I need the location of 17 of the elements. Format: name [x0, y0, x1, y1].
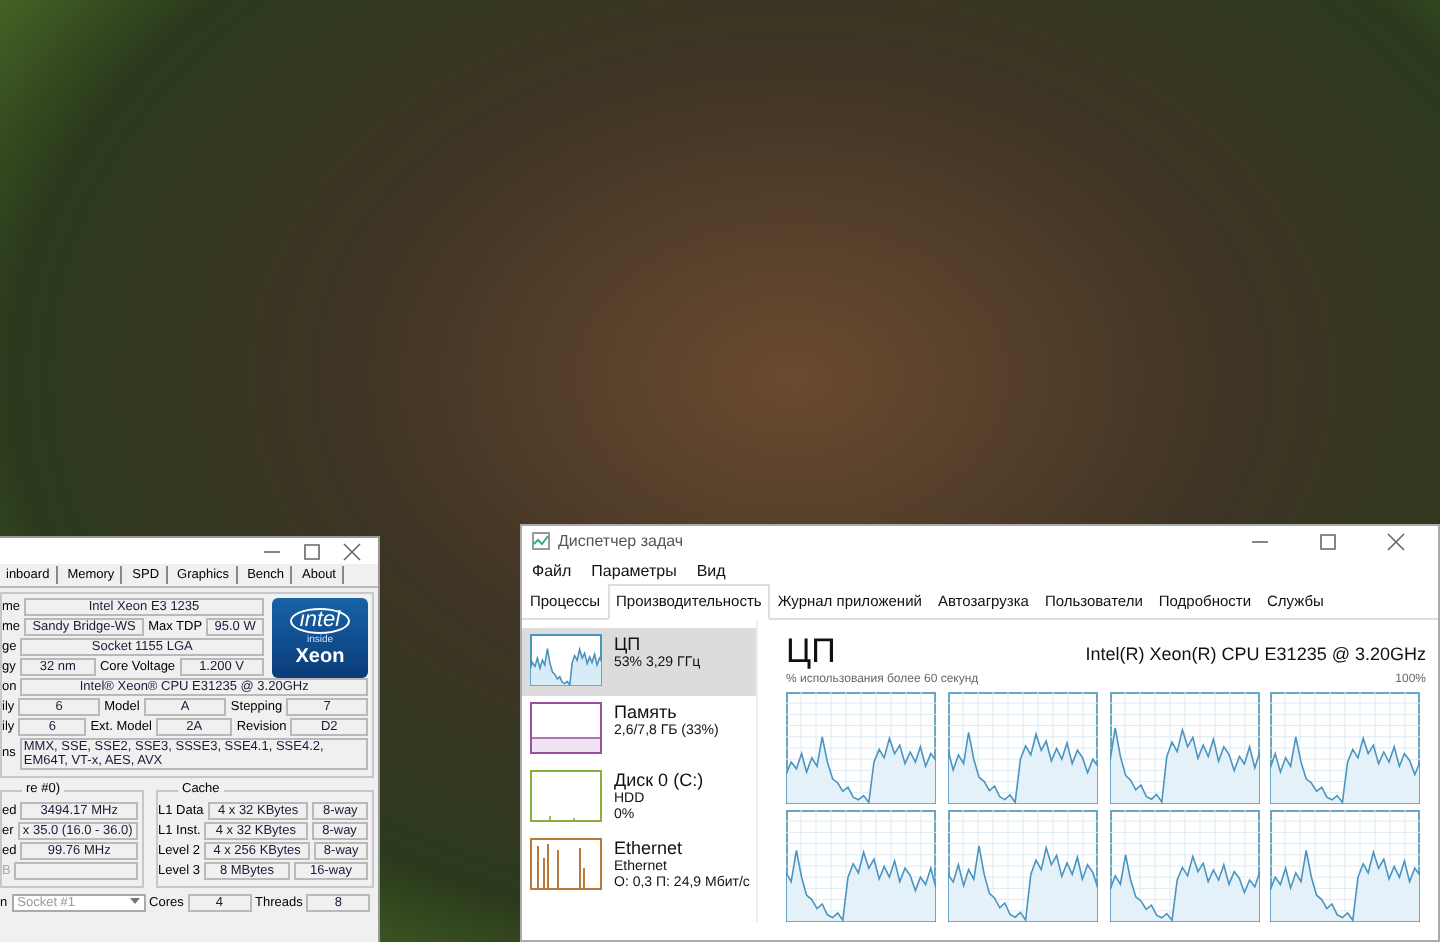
window-title: Диспетчер задач — [558, 530, 684, 554]
value-field — [14, 862, 138, 880]
section-title: ЦП — [786, 632, 836, 673]
maximize-icon[interactable] — [1318, 532, 1338, 552]
caret-icon — [129, 898, 140, 907]
close-icon[interactable] — [342, 541, 362, 561]
close-icon[interactable] — [1386, 532, 1406, 552]
menu-item[interactable]: Параметры — [591, 559, 677, 583]
resource-name: Диск 0 (C:) — [614, 770, 704, 793]
cpu-model-name: Intel(R) Xeon(R) CPU E31235 @ 3.20GHz — [1085, 641, 1426, 668]
maximize-icon[interactable] — [302, 541, 322, 561]
task-manager-icon — [532, 532, 550, 551]
resource-name: ЦП — [614, 634, 643, 656]
menu-item[interactable]: Файл — [532, 559, 572, 583]
resource-name: Память — [614, 702, 679, 723]
resource-name: Ethernet — [614, 838, 685, 859]
menu-item[interactable]: Вид — [696, 559, 726, 583]
